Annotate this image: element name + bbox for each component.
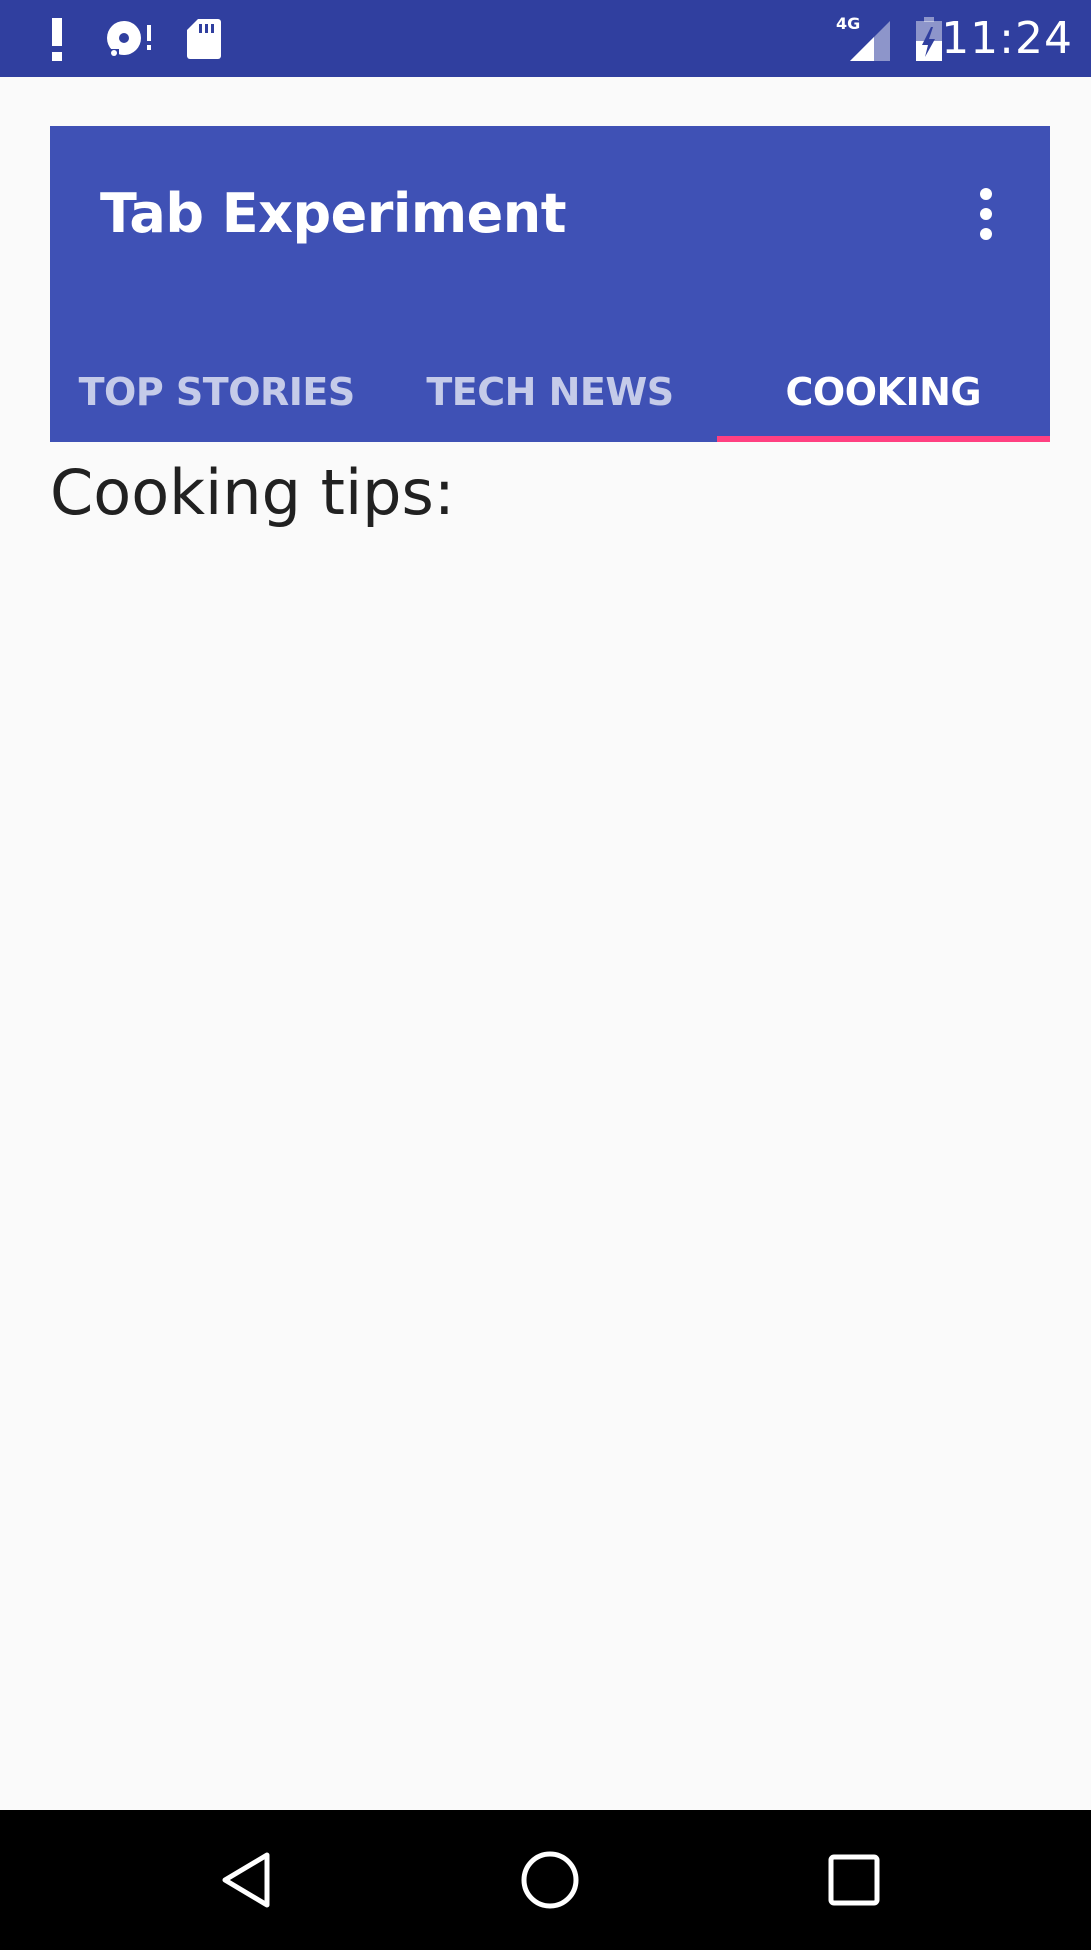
- disc-alert-icon: [104, 14, 156, 64]
- tab-label: TOP STORIES: [78, 369, 356, 414]
- tab-tech-news[interactable]: TECH NEWS: [383, 341, 716, 442]
- app-bar: Tab Experiment TOP STORIES TECH NEWS COO…: [50, 126, 1050, 442]
- overflow-dot: [980, 208, 992, 220]
- app-title: Tab Experiment: [100, 182, 567, 245]
- back-icon[interactable]: [207, 1840, 287, 1920]
- tab-cooking[interactable]: COOKING: [716, 341, 1050, 442]
- tab-label: COOKING: [785, 369, 982, 414]
- signal-icon: 4G: [836, 14, 892, 64]
- alert-icon: [42, 14, 72, 64]
- status-bar: 4G 11:24: [0, 0, 1091, 77]
- more-vert-icon[interactable]: [962, 178, 1010, 250]
- overflow-dot: [980, 188, 992, 200]
- tab-indicator: [716, 436, 1050, 442]
- home-icon[interactable]: [510, 1840, 590, 1920]
- overflow-dot: [980, 228, 992, 240]
- svg-text:4G: 4G: [836, 15, 860, 33]
- sd-card-icon: [184, 14, 224, 64]
- page-text: Cooking tips:: [50, 456, 455, 529]
- tab-layout: TOP STORIES TECH NEWS COOKING: [50, 341, 1050, 442]
- recents-icon[interactable]: [814, 1840, 894, 1920]
- tab-label: TECH NEWS: [426, 369, 674, 414]
- tab-top-stories[interactable]: TOP STORIES: [50, 341, 383, 442]
- status-time: 11:24: [941, 13, 1073, 64]
- navigation-bar: [0, 1810, 1091, 1950]
